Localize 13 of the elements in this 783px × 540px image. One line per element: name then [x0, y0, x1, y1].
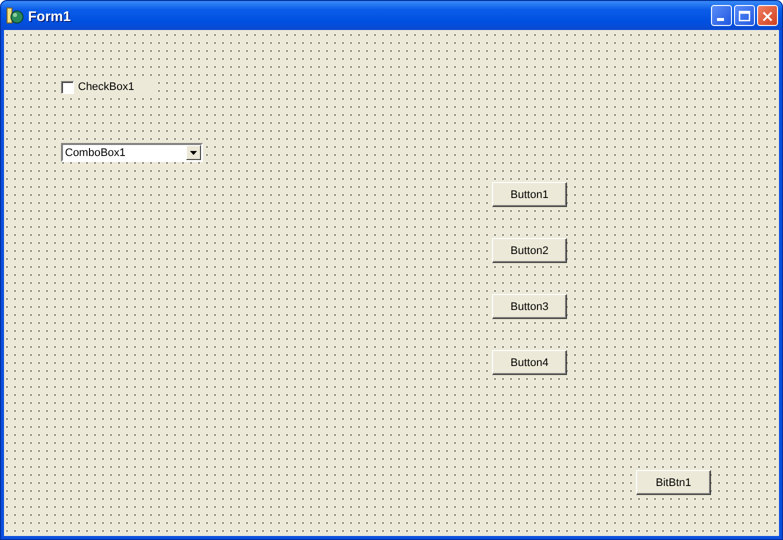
push-button[interactable]: Button2: [492, 238, 567, 263]
minimize-icon: [717, 18, 724, 21]
combo-box[interactable]: ComboBox1: [61, 143, 203, 162]
app-icon: [6, 6, 24, 24]
maximize-button[interactable]: [734, 5, 755, 26]
checkbox[interactable]: [61, 81, 74, 94]
window-title: Form1: [28, 8, 72, 24]
push-button[interactable]: BitBtn1: [636, 470, 711, 495]
push-button[interactable]: Button1: [492, 182, 567, 207]
minimize-button[interactable]: [711, 5, 732, 26]
push-button[interactable]: Button3: [492, 294, 567, 319]
push-button[interactable]: Button4: [492, 350, 567, 375]
close-button[interactable]: [757, 5, 778, 26]
